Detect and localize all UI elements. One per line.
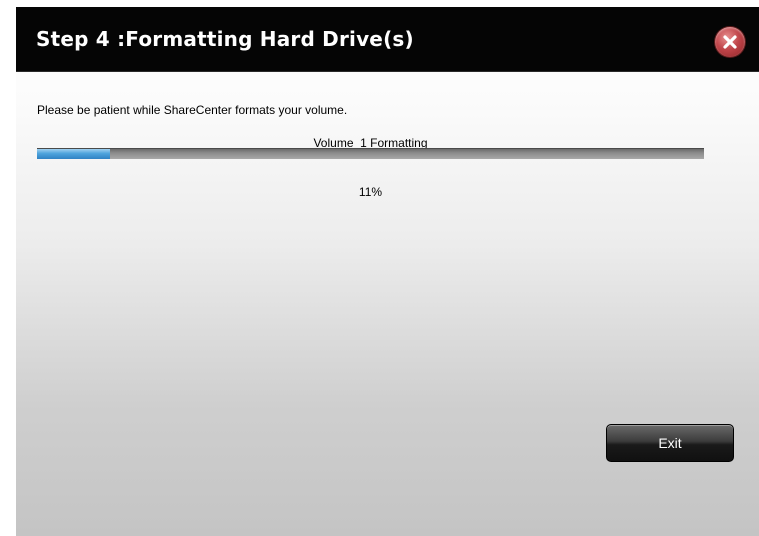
dialog-titlebar: Step 4 :Formatting Hard Drive(s) <box>16 7 759 72</box>
dialog-title: Step 4 :Formatting Hard Drive(s) <box>36 27 414 51</box>
close-button[interactable] <box>715 27 745 57</box>
exit-button[interactable]: Exit <box>606 424 734 462</box>
close-icon <box>723 35 737 49</box>
status-message: Please be patient while ShareCenter form… <box>37 103 348 117</box>
format-dialog: Step 4 :Formatting Hard Drive(s) Please … <box>16 7 759 536</box>
progress-percent: 11% <box>358 185 383 199</box>
exit-button-label: Exit <box>658 435 682 451</box>
progress-fill <box>37 149 111 159</box>
progress-bar <box>37 148 704 159</box>
